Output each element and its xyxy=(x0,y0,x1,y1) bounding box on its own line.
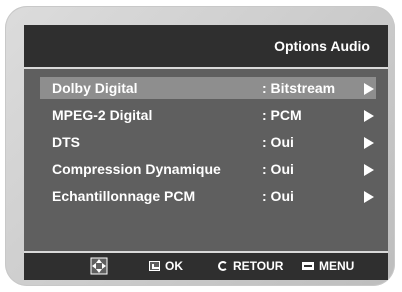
option-label: Echantillonnage PCM xyxy=(52,188,196,204)
ok-label: OK xyxy=(165,259,183,273)
divider-top xyxy=(24,67,388,69)
footer-bar: OK RETOUR MENU xyxy=(24,253,388,280)
return-icon xyxy=(218,261,228,271)
arrow-right-icon xyxy=(364,83,374,95)
arrow-right-icon xyxy=(364,137,374,149)
dpad-icon xyxy=(90,257,108,275)
option-mpeg2-digital[interactable]: MPEG-2 Digital : PCM xyxy=(40,104,376,126)
option-label: DTS xyxy=(52,134,80,150)
option-dolby-digital[interactable]: Dolby Digital : Bitstream xyxy=(40,77,376,99)
option-label: MPEG-2 Digital xyxy=(52,107,153,123)
menu-hint: MENU xyxy=(302,259,354,273)
arrow-right-icon xyxy=(364,191,374,203)
arrow-right-icon xyxy=(364,110,374,122)
return-label: RETOUR xyxy=(233,259,284,273)
options-list: Dolby Digital : Bitstream MPEG-2 Digital… xyxy=(40,77,376,212)
title-bar: Options Audio xyxy=(24,25,388,67)
arrow-right-icon xyxy=(364,164,374,176)
option-value: : Oui xyxy=(262,161,294,177)
enter-icon xyxy=(149,261,160,271)
option-value: : Oui xyxy=(262,134,294,150)
option-label: Dolby Digital xyxy=(52,80,138,96)
option-compression-dynamique[interactable]: Compression Dynamique : Oui xyxy=(40,158,376,180)
page-title: Options Audio xyxy=(274,38,370,54)
menu-label: MENU xyxy=(319,259,355,273)
option-value: : Oui xyxy=(262,188,294,204)
option-dts[interactable]: DTS : Oui xyxy=(40,131,376,153)
audio-options-screen: Options Audio Dolby Digital : Bitstream … xyxy=(24,25,388,280)
option-label: Compression Dynamique xyxy=(52,161,221,177)
option-echantillonnage-pcm[interactable]: Echantillonnage PCM : Oui xyxy=(40,185,376,207)
menu-icon xyxy=(302,262,314,270)
ok-hint: OK xyxy=(149,259,183,273)
return-hint: RETOUR xyxy=(218,259,283,273)
option-value: : Bitstream xyxy=(262,80,336,96)
option-value: : PCM xyxy=(262,107,302,123)
tv-frame: Options Audio Dolby Digital : Bitstream … xyxy=(5,6,395,286)
